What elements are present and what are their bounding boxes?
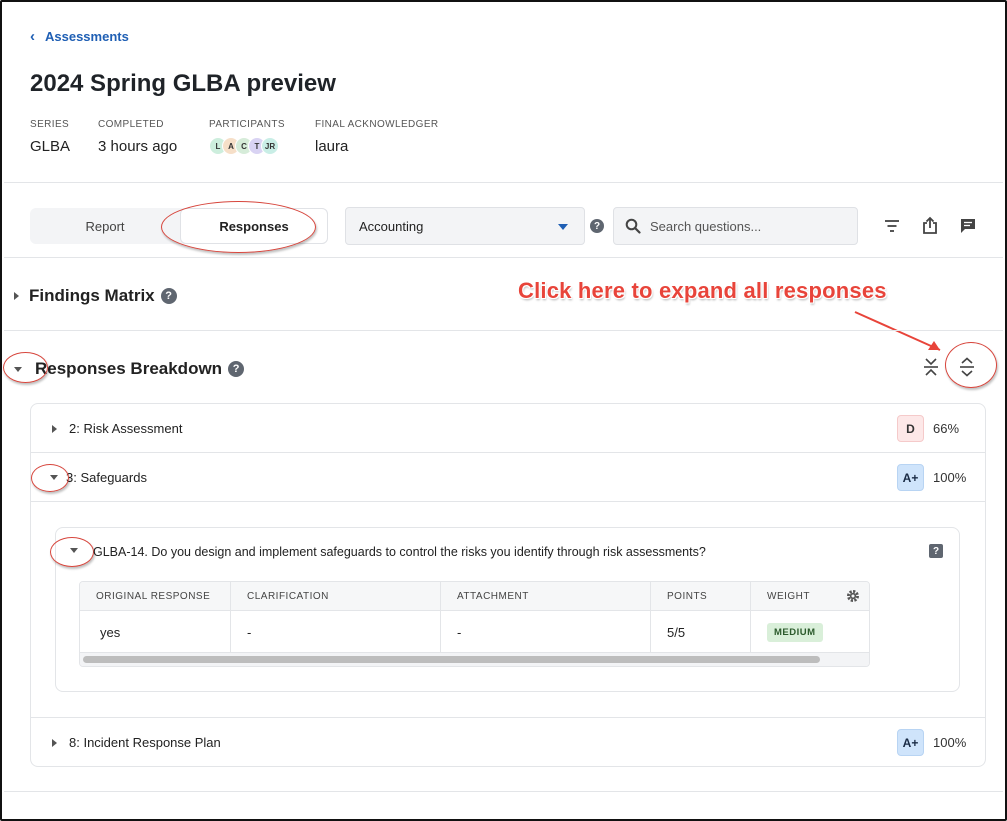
responses-breakdown-header[interactable]: Responses Breakdown ? [14, 359, 245, 379]
meta-acknowledger: FINAL ACKNOWLEDGER laura [315, 119, 439, 155]
search-icon [625, 218, 641, 234]
back-link[interactable]: ‹ Assessments [30, 28, 129, 45]
meta-series: SERIES GLBA [30, 119, 70, 155]
responses-breakdown-title: Responses Breakdown [35, 359, 223, 378]
page-title: 2024 Spring GLBA preview [30, 70, 336, 97]
grade-badge: D [897, 415, 924, 442]
section-label: 8: Incident Response Plan [69, 735, 221, 750]
cell-attachment: - [441, 611, 651, 654]
filter-icon[interactable] [883, 218, 901, 234]
annotation-ring-question-caret [50, 537, 94, 567]
annotation-arrow [854, 311, 941, 351]
column-header: ORIGINAL RESPONSE [80, 582, 231, 611]
weight-badge: MEDIUM [767, 623, 823, 642]
findings-matrix-title: Findings Matrix [29, 286, 155, 305]
caret-right-icon [52, 424, 57, 433]
annotation-ring-safeguards-caret [31, 464, 69, 492]
section-label: 3: Safeguards [66, 470, 147, 485]
section-row-risk-assessment[interactable]: 2: Risk Assessment [52, 421, 182, 436]
header-divider [4, 182, 1003, 183]
chevron-left-icon: ‹ [30, 28, 35, 45]
annotation-callout: Click here to expand all responses [518, 278, 887, 303]
acknowledger-value: laura [315, 138, 349, 155]
annotation-ring-responses [161, 201, 316, 253]
gear-icon[interactable] [846, 589, 860, 603]
annotation-ring-breakdown-caret [3, 352, 48, 383]
completed-value: 3 hours ago [98, 138, 178, 155]
section-percent: 66% [933, 421, 960, 436]
cell-clarification: - [231, 611, 441, 654]
collapse-all-icon[interactable] [922, 357, 940, 377]
comment-icon[interactable] [959, 217, 977, 234]
cell-weight: MEDIUM [751, 611, 869, 654]
search-input[interactable] [650, 218, 840, 234]
department-select[interactable]: Accounting [345, 207, 585, 245]
caret-right-icon [14, 292, 19, 300]
question-text: GLBA-14. Do you design and implement saf… [93, 545, 706, 559]
annotation-ring-expand-all [945, 342, 997, 388]
scrollbar-thumb[interactable] [83, 656, 820, 663]
section-row-incident-response-plan[interactable]: 8: Incident Response Plan [52, 735, 221, 750]
acknowledger-label: FINAL ACKNOWLEDGER [315, 119, 439, 130]
column-header-weight: WEIGHT [751, 582, 869, 611]
column-header: CLARIFICATION [231, 582, 441, 611]
column-header: POINTS [651, 582, 751, 611]
tab-report[interactable]: Report [30, 208, 180, 244]
column-header: ATTACHMENT [441, 582, 651, 611]
findings-matrix-header[interactable]: Findings Matrix ? [14, 286, 177, 306]
help-icon[interactable]: ? [228, 361, 245, 377]
caret-down-icon [558, 224, 568, 230]
section-percent: 100% [933, 735, 967, 750]
row-divider [31, 717, 985, 718]
response-table: ORIGINAL RESPONSE CLARIFICATION ATTACHME… [79, 581, 870, 667]
department-select-value: Accounting [359, 218, 424, 234]
participants-label: PARTICIPANTS [209, 119, 285, 130]
avatar[interactable]: JR [261, 137, 279, 155]
grade-badge: A+ [897, 464, 924, 491]
question-help-icon[interactable]: ? [929, 544, 943, 558]
series-value: GLBA [30, 138, 71, 155]
share-export-icon[interactable] [921, 216, 939, 235]
help-icon[interactable]: ? [590, 219, 604, 233]
caret-right-icon [52, 738, 57, 747]
series-label: SERIES [30, 119, 70, 130]
cell-original-response: yes [80, 611, 231, 654]
column-header: WEIGHT [767, 590, 810, 602]
footer-divider [4, 791, 1003, 792]
cell-points: 5/5 [651, 611, 751, 654]
horizontal-scrollbar[interactable] [80, 652, 869, 666]
participant-avatars: L A C T JR [209, 137, 285, 155]
help-icon[interactable]: ? [160, 288, 177, 304]
completed-label: COMPLETED [98, 119, 164, 130]
grade-badge: A+ [897, 729, 924, 756]
search-box[interactable] [613, 207, 858, 245]
meta-participants: PARTICIPANTS L A C T JR [209, 119, 285, 155]
back-link-label: Assessments [45, 29, 129, 44]
findings-divider [4, 330, 1003, 331]
row-divider [31, 501, 985, 502]
meta-completed: COMPLETED 3 hours ago [98, 119, 177, 155]
section-percent: 100% [933, 470, 967, 485]
section-label: 2: Risk Assessment [69, 421, 183, 436]
row-divider [31, 452, 985, 453]
toolbar-divider [4, 257, 1003, 258]
